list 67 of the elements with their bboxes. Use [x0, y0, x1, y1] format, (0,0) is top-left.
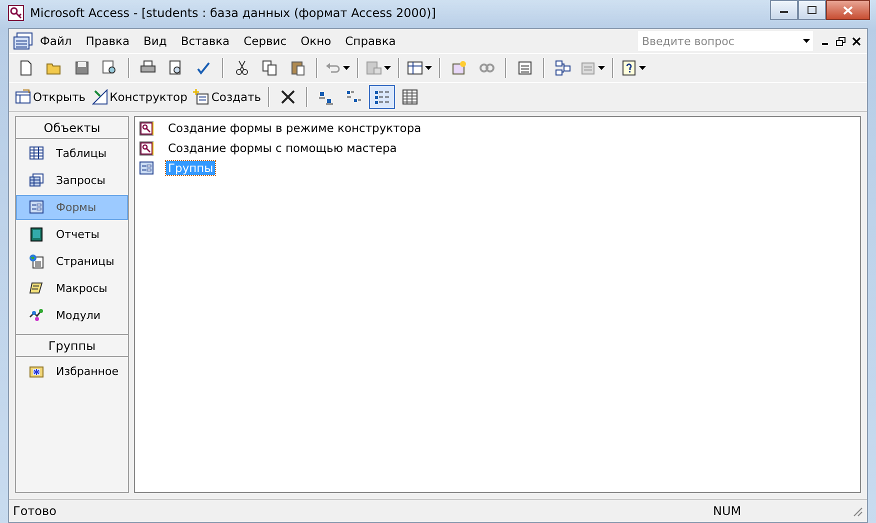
sidebar-item[interactable]: Макросы [16, 276, 128, 301]
sparkle-icon [193, 89, 210, 105]
module-icon [29, 308, 44, 323]
section-header: Объекты [16, 117, 128, 139]
large-icons-icon [318, 89, 334, 105]
help-icon [621, 60, 637, 76]
window-title: Microsoft Access - [students : база данных (формат Access 2000)] [30, 6, 437, 20]
caret-icon [384, 66, 391, 70]
menu-item[interactable]: Сервис [236, 32, 294, 50]
status-message: Готово [13, 504, 58, 518]
design-button[interactable]: Конструктор [90, 86, 190, 108]
close-icon[interactable] [852, 36, 861, 46]
form-icon [29, 200, 44, 215]
menu-item[interactable]: Вид [136, 32, 174, 50]
properties-icon [517, 60, 533, 76]
minimize-button[interactable] [770, 0, 798, 20]
caret-icon [639, 66, 646, 70]
list-item[interactable]: Создание формы в режиме конструктора [166, 121, 424, 135]
sidebar-item[interactable]: Формы [16, 195, 128, 220]
menu-item[interactable]: Файл [33, 32, 79, 50]
help-field[interactable]: Введите вопрос [642, 34, 803, 48]
copy-icon [262, 60, 278, 76]
favorites-folder-icon [29, 364, 44, 379]
help-combo-box[interactable]: Введите вопрос [638, 31, 813, 51]
caret-icon [425, 66, 432, 70]
spelling-icon [196, 60, 212, 76]
sidebar-item[interactable]: Запросы [16, 168, 128, 193]
report-icon [29, 227, 44, 242]
scroll-icon [29, 281, 44, 296]
num-lock-indicator: NUM [713, 504, 742, 518]
section-header: Группы [16, 334, 128, 357]
view-button[interactable] [369, 85, 396, 109]
clipboard-icon [290, 60, 306, 76]
caret-icon [343, 66, 350, 70]
query-icon [29, 173, 44, 188]
web-page-icon [29, 254, 44, 269]
sidebar-item[interactable]: Таблицы [16, 141, 128, 166]
menu-item[interactable]: Окно [294, 32, 338, 50]
dropdown-icon[interactable] [803, 39, 810, 43]
scissors-icon [234, 60, 250, 76]
details-view-icon [402, 89, 418, 105]
caret-icon [598, 66, 605, 70]
menu-item[interactable]: Вставка [174, 32, 237, 50]
maximize-icon [807, 6, 817, 14]
maximize-button[interactable] [798, 0, 826, 20]
table-icon [29, 146, 44, 161]
open-button[interactable]: Открыть [13, 86, 88, 108]
small-icons-icon [346, 89, 362, 105]
relationships-icon [555, 60, 571, 76]
delete-icon [281, 90, 296, 104]
open-icon [15, 89, 31, 105]
sidebar-item[interactable]: Избранное [16, 359, 128, 384]
sidebar-item[interactable]: Отчеты [16, 222, 128, 247]
menu-item[interactable]: Справка [338, 32, 403, 50]
list-view-icon [374, 89, 390, 105]
list-item[interactable]: Создание формы с помощью мастера [166, 141, 399, 155]
new-button[interactable]: Создать [191, 86, 264, 108]
close-button[interactable] [826, 0, 870, 20]
close-icon [843, 6, 853, 14]
resize-grip-icon [851, 505, 863, 517]
restore-icon[interactable] [836, 36, 846, 46]
new-document-icon [18, 60, 34, 76]
sidebar-item[interactable]: Модули [16, 303, 128, 328]
form-icon[interactable] [139, 160, 154, 176]
sidebar-item[interactable]: Страницы [16, 249, 128, 274]
menu-item[interactable]: Правка [78, 32, 137, 50]
undo-icon [325, 60, 341, 76]
